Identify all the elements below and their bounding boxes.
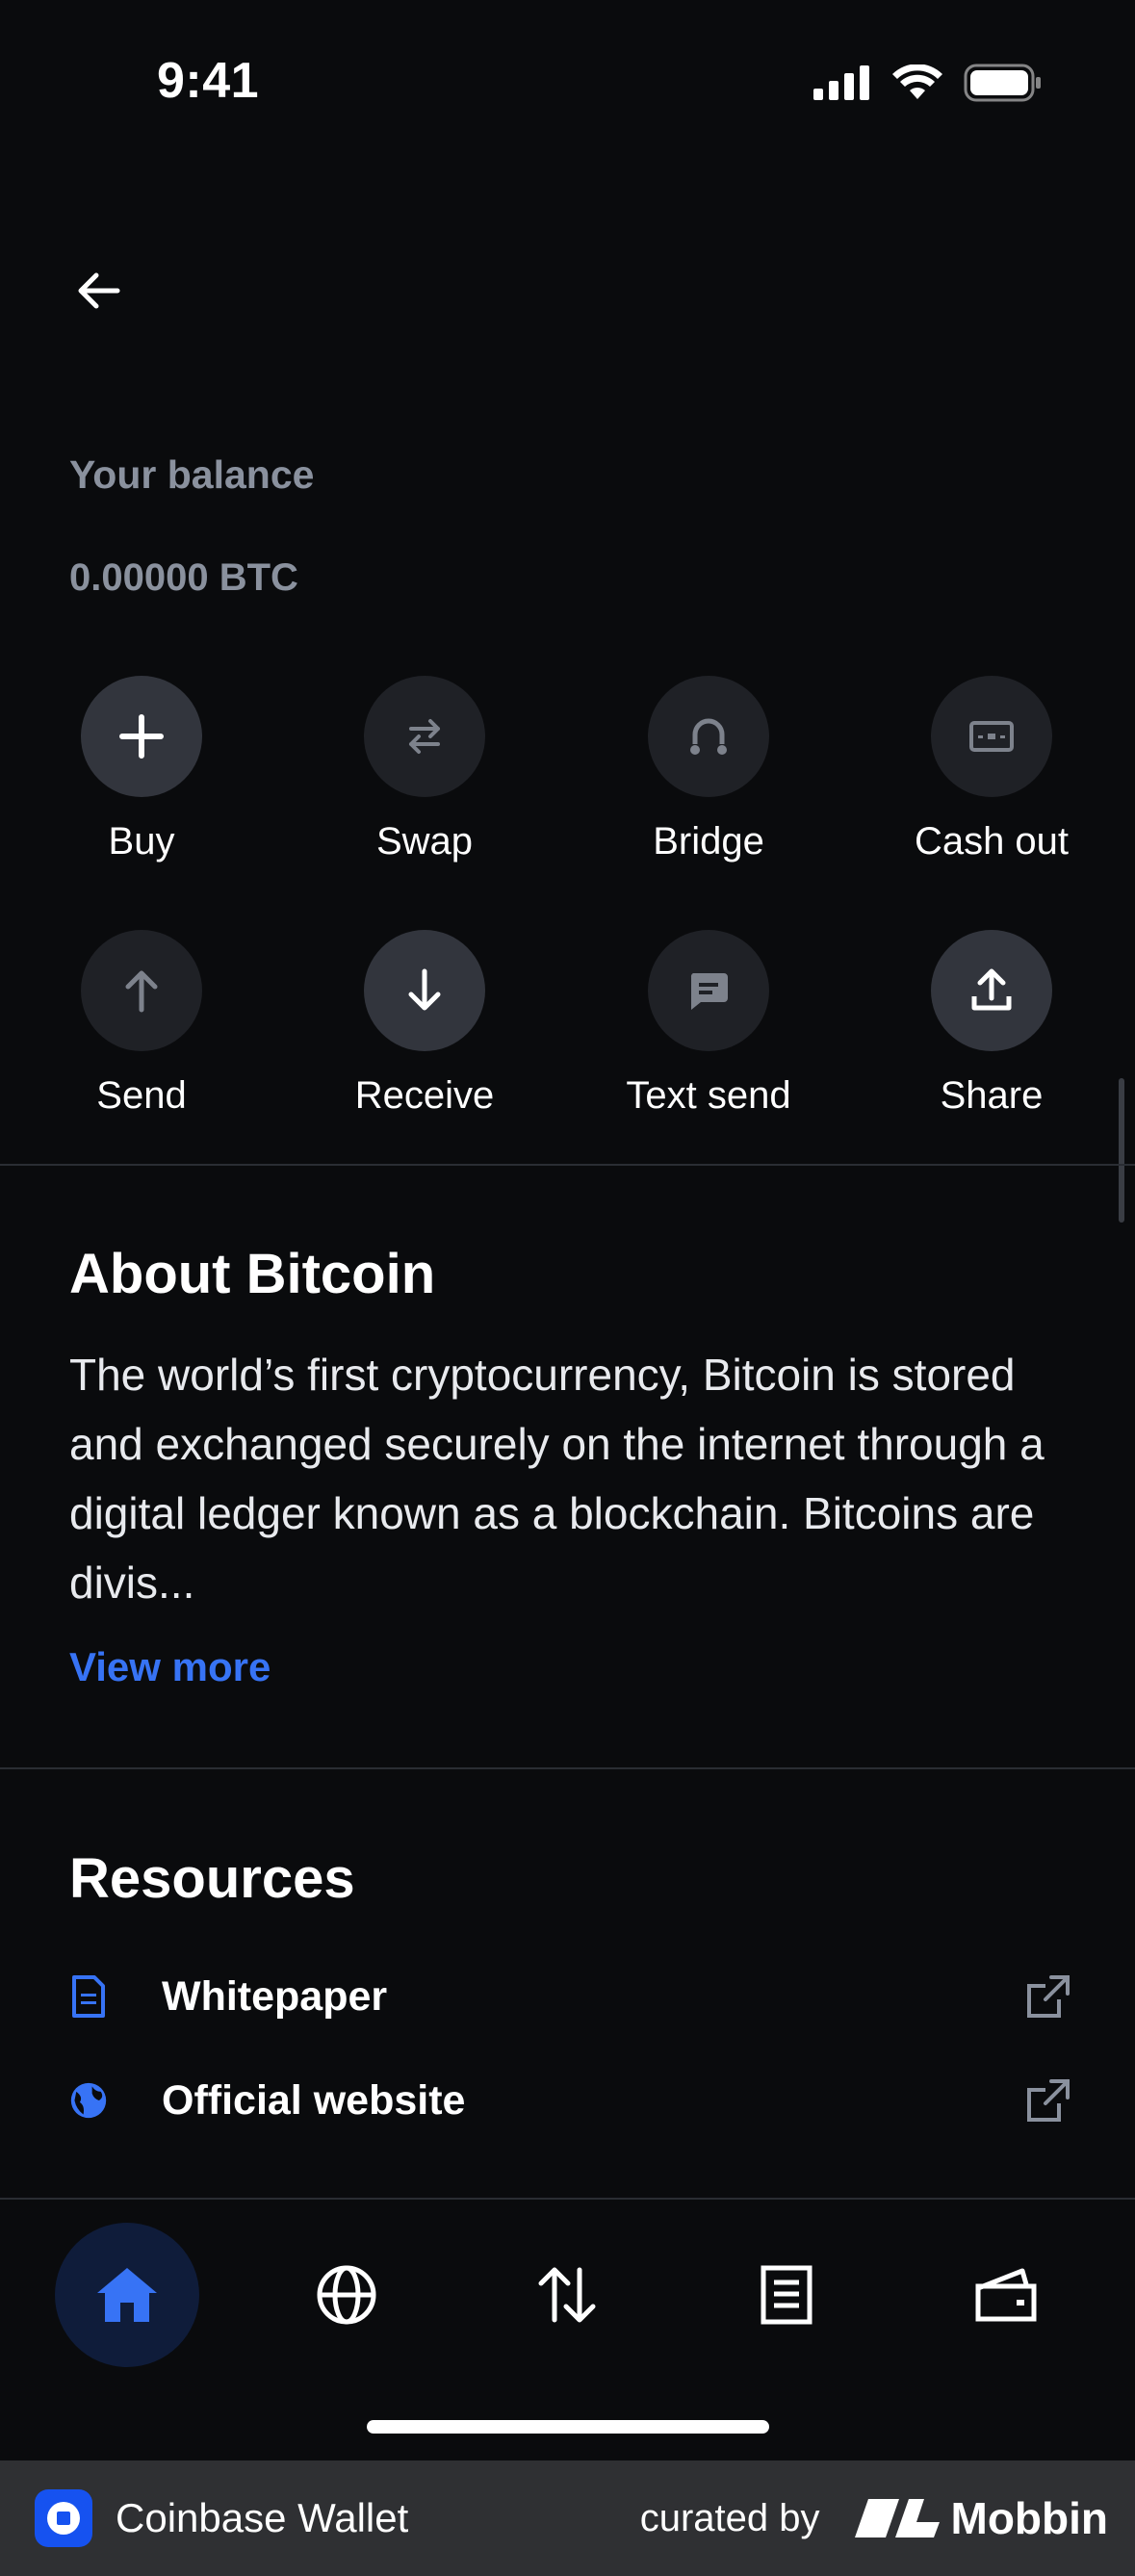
- back-button[interactable]: [67, 260, 129, 322]
- resource-whitepaper[interactable]: Whitepaper: [69, 1958, 1071, 2035]
- swap-label: Swap: [375, 820, 474, 863]
- tab-home[interactable]: [55, 2223, 199, 2367]
- tab-browser[interactable]: [274, 2223, 419, 2367]
- receive-circle[interactable]: [364, 930, 485, 1051]
- share-circle[interactable]: [931, 930, 1052, 1051]
- message-icon: [690, 973, 728, 1010]
- coinbase-wallet-logo-icon: [35, 2489, 92, 2547]
- curated-by-label: curated by: [639, 2496, 820, 2539]
- arrow-up-icon: [125, 970, 158, 1013]
- bridge-button[interactable]: Bridge: [567, 676, 850, 863]
- bridge-icon: [690, 718, 727, 755]
- share-icon: [971, 968, 1012, 1011]
- mobbin-brand: Mobbin: [854, 2492, 1109, 2544]
- signal-icon: [813, 65, 869, 100]
- arrow-left-icon: [78, 272, 120, 309]
- send-label: Send: [96, 1074, 187, 1117]
- status-icons: [813, 64, 1043, 102]
- buy-button[interactable]: Buy: [0, 676, 283, 863]
- text-send-circle[interactable]: [648, 930, 769, 1051]
- bridge-label: Bridge: [653, 820, 764, 863]
- divider: [0, 1767, 1135, 1769]
- external-link-icon: [1027, 1975, 1070, 2018]
- about-title: About Bitcoin: [69, 1243, 436, 1305]
- plus-icon: [119, 714, 164, 759]
- share-button[interactable]: Share: [850, 930, 1133, 1118]
- external-link-icon: [1027, 2079, 1070, 2122]
- send-button[interactable]: Send: [0, 930, 283, 1118]
- tab-trade[interactable]: [495, 2223, 639, 2367]
- cash-out-circle[interactable]: [931, 676, 1052, 797]
- buy-circle[interactable]: [81, 676, 202, 797]
- text-send-button[interactable]: Text send: [567, 930, 850, 1118]
- send-circle[interactable]: [81, 930, 202, 1051]
- swap-button[interactable]: Swap: [283, 676, 566, 863]
- cash-out-label: Cash out: [914, 820, 1070, 863]
- battery-icon: [964, 64, 1041, 102]
- resources-title: Resources: [69, 1847, 355, 1910]
- arrow-down-icon: [408, 968, 441, 1011]
- scroll-indicator: [1119, 1078, 1124, 1223]
- wifi-icon: [892, 64, 942, 99]
- share-label: Share: [940, 1074, 1044, 1117]
- resource-label: Whitepaper: [162, 1972, 388, 2020]
- footer-banner: Coinbase Wallet curated by Mobbin: [0, 2460, 1135, 2576]
- resource-label: Official website: [162, 2076, 466, 2124]
- cash-out-button[interactable]: Cash out: [850, 676, 1133, 863]
- mobbin-label: Mobbin: [950, 2493, 1109, 2543]
- balance-value: 0.00000 BTC: [69, 556, 298, 599]
- home-indicator: [367, 2420, 769, 2434]
- app-name: Coinbase Wallet: [116, 2495, 409, 2540]
- tab-wallet[interactable]: [934, 2223, 1078, 2367]
- globe-icon: [69, 2077, 108, 2124]
- home-icon: [97, 2268, 157, 2322]
- swap-vertical-icon: [538, 2267, 596, 2323]
- swap-circle[interactable]: [364, 676, 485, 797]
- swap-icon: [409, 719, 440, 754]
- cash-out-icon: [969, 721, 1014, 752]
- balance-label: Your balance: [69, 452, 315, 497]
- divider: [0, 1164, 1135, 1166]
- globe-icon: [317, 2265, 376, 2325]
- document-icon: [69, 1973, 108, 2020]
- about-text: The world’s first cryptocurrency, Bitcoi…: [69, 1350, 1045, 1608]
- receipt-icon: [761, 2265, 813, 2325]
- resource-official-website[interactable]: Official website: [69, 2062, 1071, 2139]
- wallet-icon: [975, 2268, 1037, 2322]
- buy-label: Buy: [108, 820, 175, 863]
- mobbin-logo-icon: [854, 2499, 940, 2537]
- status-time: 9:41: [157, 53, 260, 109]
- tab-activity[interactable]: [714, 2223, 859, 2367]
- text-send-label: Text send: [626, 1074, 791, 1117]
- view-more-link[interactable]: View more: [69, 1644, 271, 1690]
- bridge-circle[interactable]: [648, 676, 769, 797]
- receive-button[interactable]: Receive: [283, 930, 566, 1118]
- receive-label: Receive: [354, 1074, 495, 1117]
